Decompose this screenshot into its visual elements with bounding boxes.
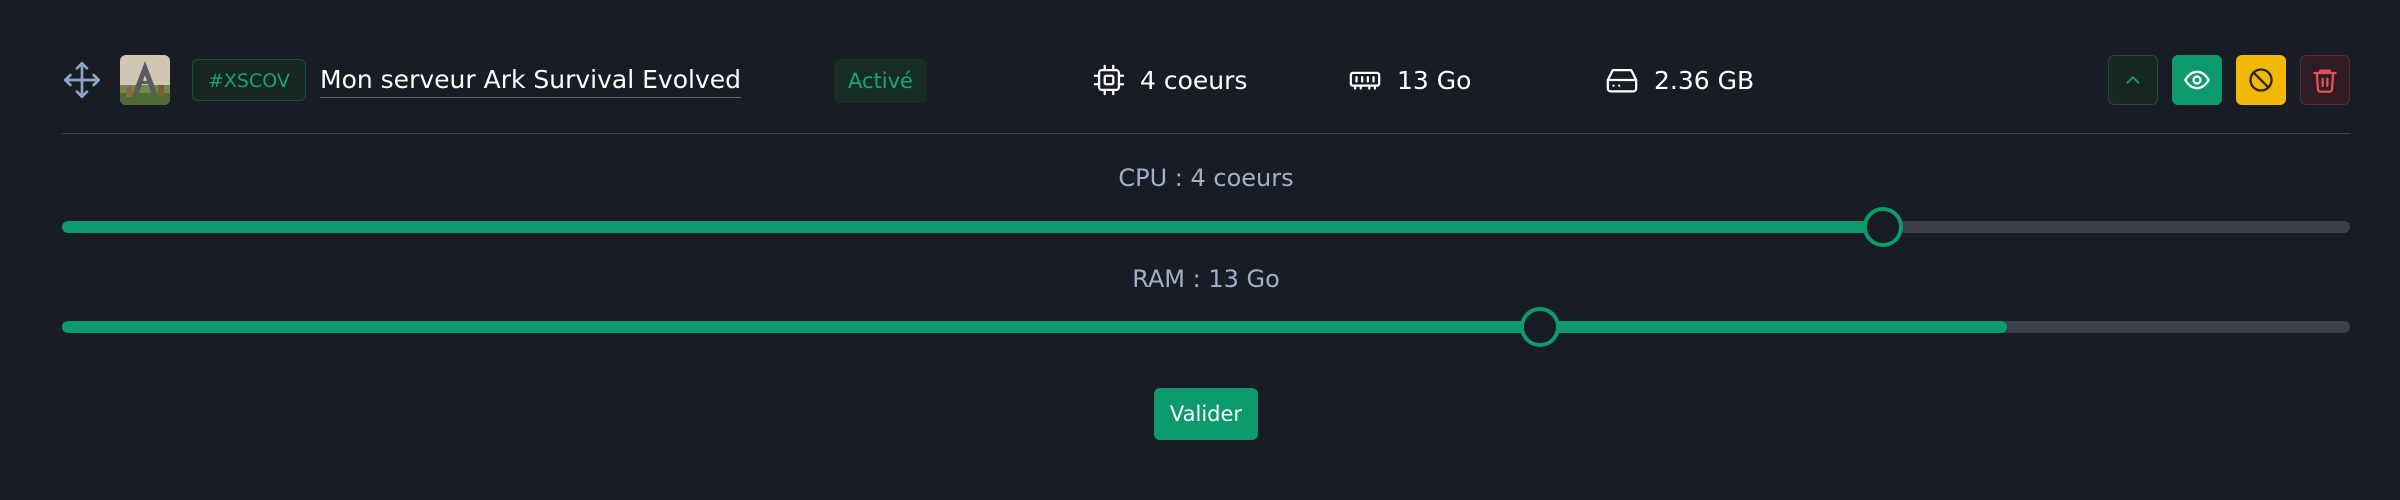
- ram-slider-fill: [62, 321, 2007, 333]
- delete-button[interactable]: [2300, 55, 2350, 105]
- game-thumbnail: [120, 55, 170, 105]
- cpu-slider-fill: [62, 221, 1884, 233]
- suspend-button[interactable]: [2236, 55, 2286, 105]
- cpu-slider-handle[interactable]: [1863, 207, 1904, 247]
- ram-stat: 13 Go: [1347, 62, 1471, 98]
- server-id-tag: #XSCOV: [192, 59, 306, 101]
- action-buttons: [2108, 55, 2350, 105]
- status-badge: Activé: [834, 59, 927, 103]
- server-card: #XSCOV Mon serveur Ark Survival Evolved …: [0, 0, 2400, 500]
- view-button[interactable]: [2172, 55, 2222, 105]
- ram-stat-value: 13 Go: [1397, 65, 1472, 95]
- divider: [62, 133, 2350, 134]
- disk-stat: 2.36 GB: [1604, 62, 1754, 98]
- disk-stat-value: 2.36 GB: [1654, 65, 1755, 95]
- cpu-stat: 4 coeurs: [1092, 62, 1247, 98]
- validate-button[interactable]: Valider: [1154, 388, 1258, 440]
- ram-slider-label: RAM : 13 Go: [1132, 265, 1280, 293]
- move-icon[interactable]: [62, 60, 102, 100]
- cpu-icon: [1093, 64, 1125, 96]
- cpu-stat-value: 4 coeurs: [1140, 65, 1248, 95]
- server-name[interactable]: Mon serveur Ark Survival Evolved: [320, 63, 742, 98]
- ram-slider-handle[interactable]: [1520, 307, 1561, 347]
- cpu-slider[interactable]: [62, 207, 2350, 247]
- hard-drive-icon: [1606, 68, 1638, 93]
- collapse-button[interactable]: [2108, 55, 2158, 105]
- eye-icon: [2184, 70, 2210, 90]
- cpu-slider-label: CPU : 4 coeurs: [1118, 164, 1294, 192]
- chevron-up-icon: [2126, 76, 2140, 84]
- ram-slider[interactable]: [62, 307, 2350, 347]
- ban-icon: [2249, 68, 2273, 92]
- server-header-row: #XSCOV Mon serveur Ark Survival Evolved …: [62, 52, 2350, 108]
- memory-icon: [1349, 71, 1381, 90]
- trash-icon: [2313, 69, 2337, 93]
